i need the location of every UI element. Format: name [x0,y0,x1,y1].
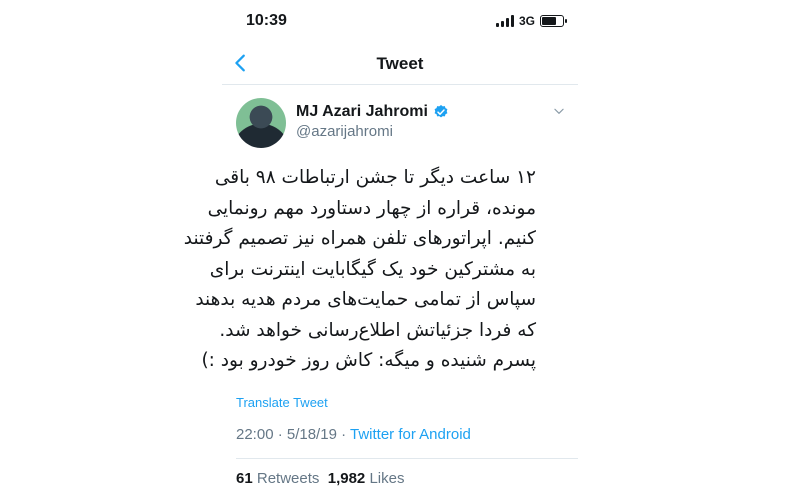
author-name-row: MJ Azari Jahromi [296,103,449,121]
retweets-stat[interactable]: 61 Retweets [236,470,319,487]
tweet-screen: 10:39 3G Tweet MJ Azari Jahromi @azarija… [183,0,578,500]
author-handle[interactable]: @azarijahromi [296,123,393,140]
translate-tweet-link[interactable]: Translate Tweet [236,395,328,410]
tweet-line: کنیم. اپراتورهای تلفن همراه نیز تصمیم گر… [183,228,536,249]
status-indicators: 3G [495,14,567,28]
status-time: 10:39 [246,12,287,29]
tweet-timestamp: 22:00 · 5/18/19 · [236,426,350,443]
divider [236,458,578,459]
tweet-text: ۱۲ ساعت دیگر تا جشن ارتباطات ۹۸ باقی مون… [183,163,536,377]
nav-bar: Tweet [222,44,578,85]
likes-label: Likes [369,470,405,487]
tweet-stats: 61 Retweets 1,982 Likes [236,470,404,487]
status-bar: 10:39 3G [222,0,578,44]
tweet-line: ۱۲ ساعت دیگر تا جشن ارتباطات ۹۸ باقی [214,167,536,188]
likes-count: 1,982 [327,470,366,487]
network-type: 3G [518,14,535,28]
tweet-client-link[interactable]: Twitter for Android [350,426,471,443]
tweet-line: پسرم شنیده و میگه: کاش روز خودرو بود :) [201,350,536,371]
tweet-line: به مشترکین خود یک گیگابایت اینترنت برای [209,258,536,280]
tweet-line: که فردا جزئیاتش اطلاع‌رسانی خواهد شد. [219,319,536,341]
retweets-count: 61 [236,470,253,487]
likes-stat[interactable]: 1,982 Likes [328,470,405,487]
chevron-down-icon[interactable] [552,104,566,118]
author-name[interactable]: MJ Azari Jahromi [296,103,428,121]
signal-bars-icon [495,15,514,27]
page-title: Tweet [376,54,424,73]
verified-badge-icon [434,105,448,118]
tweet-line: مونده، قراره از چهار دستاورد مهم رونمایی [207,197,536,219]
tweet-meta: 22:00 · 5/18/19 · Twitter for Android [236,426,471,443]
battery-icon [540,15,567,27]
tweet-line: سپاس از تمامی حمایت‌های مردم هدیه بدهند [195,289,536,310]
avatar[interactable] [236,98,286,148]
retweets-label: Retweets [256,470,320,487]
